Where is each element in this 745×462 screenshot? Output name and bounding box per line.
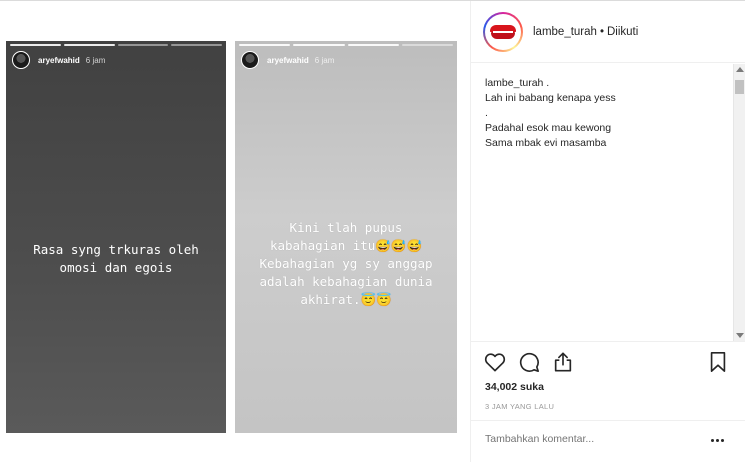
story-header: aryefwahid 6 jam xyxy=(12,51,105,69)
comment-input[interactable] xyxy=(485,433,685,445)
instagram-post: aryefwahid 6 jam Rasa syng trkuras oleh … xyxy=(0,0,745,462)
story-time: 6 jam xyxy=(314,55,335,65)
scroll-down-arrow-icon[interactable] xyxy=(736,333,744,338)
caption-area: lambe_turah . Lah ini babang kenapa yess… xyxy=(471,64,733,341)
post-timestamp[interactable]: 3 JAM YANG LALU xyxy=(485,402,554,411)
likes-count[interactable]: 34,002 suka xyxy=(485,381,544,393)
story-text: Rasa syng trkuras oleh omosi dan egois xyxy=(33,242,199,275)
story-text: Kini tlah pupus kabahagian itu😅😅😅 Kebaha… xyxy=(259,220,433,307)
caption-author[interactable]: lambe_turah . xyxy=(485,76,733,91)
profile-username-link[interactable]: lambe_turah xyxy=(533,26,597,38)
story-username: aryefwahid xyxy=(267,55,309,65)
caption-line: Padahal esok mau kewong xyxy=(485,122,612,134)
story-avatar xyxy=(12,51,30,69)
more-options-button[interactable] xyxy=(706,432,728,448)
comment-bubble-icon xyxy=(519,352,539,372)
action-bar xyxy=(471,349,745,377)
profile-avatar[interactable] xyxy=(483,11,523,52)
comment-button[interactable] xyxy=(516,349,542,375)
story-header: aryefwahid 6 jam xyxy=(241,51,334,69)
ellipsis-icon xyxy=(710,438,714,442)
story-time: 6 jam xyxy=(85,55,106,65)
follow-status-button[interactable]: Diikuti xyxy=(607,26,638,38)
story-username: aryefwahid xyxy=(38,55,80,65)
story-avatar xyxy=(241,51,259,69)
caption-line: Sama mbak evi masamba xyxy=(485,137,607,149)
story-progress-bar xyxy=(10,44,222,46)
scroll-up-arrow-icon[interactable] xyxy=(736,67,744,72)
like-button[interactable] xyxy=(482,349,508,375)
share-button[interactable] xyxy=(550,349,576,375)
caption-line: Lah ini babang kenapa yess xyxy=(485,92,616,104)
save-button[interactable] xyxy=(705,349,731,375)
share-icon xyxy=(554,352,572,372)
comments-scrollbar[interactable] xyxy=(733,64,745,341)
post-media[interactable]: aryefwahid 6 jam Rasa syng trkuras oleh … xyxy=(0,1,470,462)
story-screenshot-2: aryefwahid 6 jam Kini tlah pupus kabahag… xyxy=(235,41,457,433)
comment-divider xyxy=(471,420,745,421)
lips-logo-icon xyxy=(490,24,516,39)
post-header: lambe_turah • Diikuti xyxy=(471,1,745,63)
separator-dot: • xyxy=(599,25,604,38)
bookmark-icon xyxy=(710,352,726,372)
story-screenshot-1: aryefwahid 6 jam Rasa syng trkuras oleh … xyxy=(6,41,226,433)
story-progress-bar xyxy=(239,44,453,46)
scroll-thumb[interactable] xyxy=(735,80,744,94)
caption-line: . xyxy=(485,107,488,119)
actions-divider xyxy=(471,341,745,342)
heart-icon xyxy=(484,353,506,372)
